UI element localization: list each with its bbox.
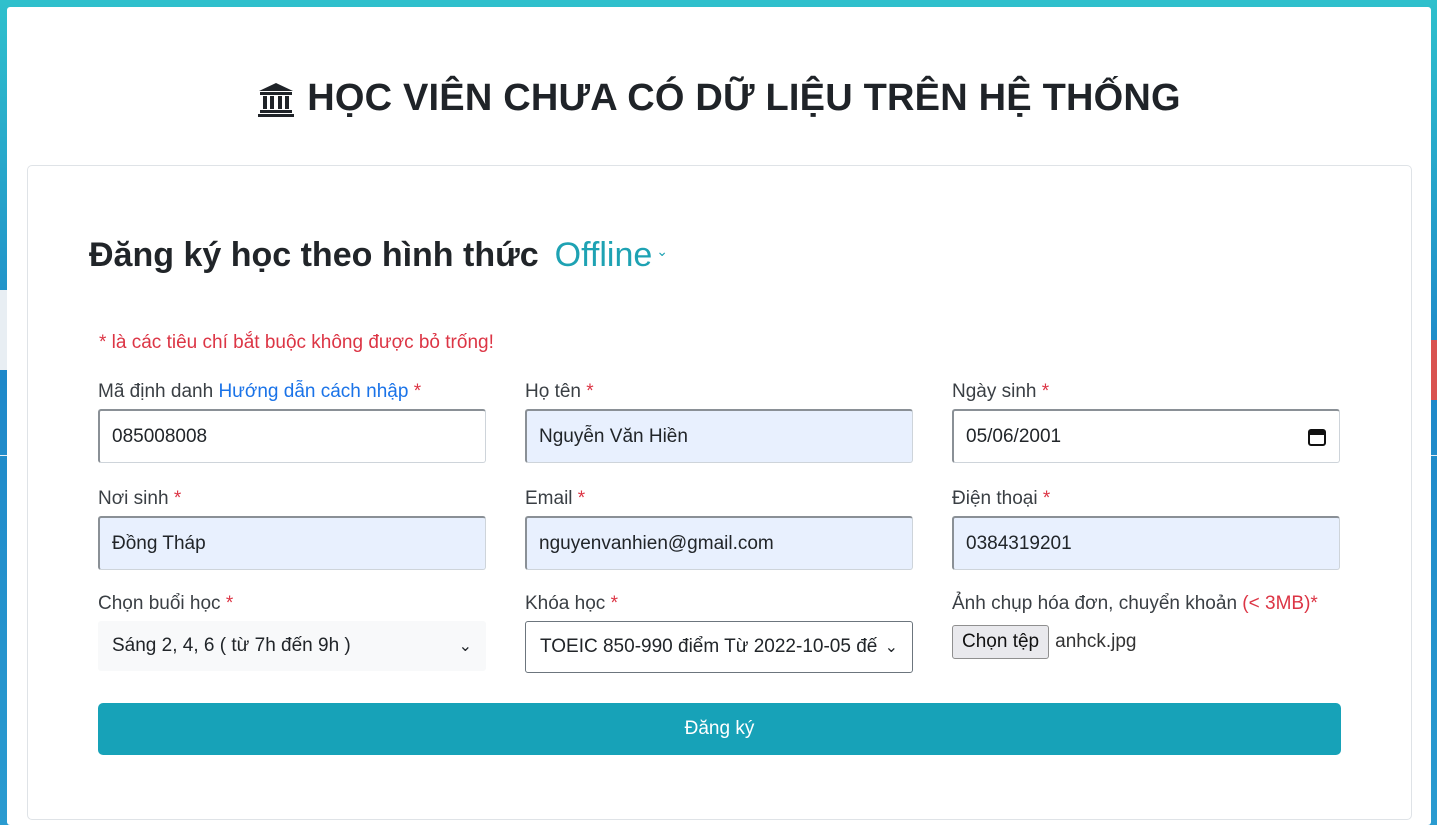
- required-marker: *: [413, 381, 422, 402]
- label-text: Mã định danh: [98, 381, 214, 402]
- field-receipt: Ảnh chụp hóa đơn, chuyển khoản (< 3MB)* …: [952, 593, 1372, 659]
- course-select-value: TOEIC 850-990 điểm Từ 2022-10-05 đến: [540, 636, 877, 657]
- chevron-down-icon: ⌄: [458, 638, 472, 655]
- required-marker: *: [577, 488, 586, 509]
- label-text: Ảnh chụp hóa đơn, chuyển khoản: [952, 593, 1238, 614]
- field-phone: Điện thoại * 0384319201: [952, 488, 1340, 570]
- name-input[interactable]: Nguyễn Văn Hiền: [525, 409, 913, 463]
- file-upload: Chọn tệp anhck.jpg: [952, 625, 1372, 659]
- course-select[interactable]: TOEIC 850-990 điểm Từ 2022-10-05 đến ⌄: [525, 621, 913, 673]
- field-name-label: Họ tên *: [525, 381, 913, 405]
- chevron-down-icon: ⌄: [884, 639, 898, 656]
- dob-input-value: 05/06/2001: [966, 425, 1062, 447]
- background-decoration-right: [1431, 340, 1437, 400]
- choose-file-button[interactable]: Chọn tệp: [952, 625, 1050, 659]
- page-title: HỌC VIÊN CHƯA CÓ DỮ LIỆU TRÊN HỆ THỐNG: [7, 77, 1431, 120]
- field-dob-label: Ngày sinh *: [952, 381, 1340, 405]
- bank-building-icon: [258, 82, 295, 117]
- chevron-down-icon: ⌄: [656, 243, 669, 259]
- required-marker: *: [586, 381, 594, 402]
- label-text: Chọn buổi học: [98, 593, 221, 614]
- dob-input[interactable]: 05/06/2001: [952, 409, 1340, 463]
- field-dob: Ngày sinh * 05/06/2001: [952, 381, 1340, 463]
- label-text: Email: [525, 488, 573, 509]
- id-input[interactable]: 085008008: [98, 409, 486, 463]
- phone-input[interactable]: 0384319201: [952, 516, 1340, 570]
- phone-input-value: 0384319201: [966, 532, 1072, 554]
- calendar-icon[interactable]: [1307, 427, 1327, 447]
- mode-value: Offline: [554, 236, 653, 274]
- field-email: Email * nguyenvanhien@gmail.com: [525, 488, 913, 570]
- label-text: Họ tên: [525, 381, 581, 402]
- page-container: HỌC VIÊN CHƯA CÓ DỮ LIỆU TRÊN HỆ THỐNG Đ…: [7, 7, 1431, 825]
- email-input-value: nguyenvanhien@gmail.com: [539, 532, 774, 554]
- required-marker: *: [1042, 488, 1051, 509]
- name-input-value: Nguyễn Văn Hiền: [539, 425, 688, 447]
- id-input-value: 085008008: [112, 425, 208, 447]
- page-title-text: HỌC VIÊN CHƯA CÓ DỮ LIỆU TRÊN HỆ THỐNG: [307, 77, 1181, 119]
- session-select[interactable]: Sáng 2, 4, 6 ( từ 7h đến 9h ) ⌄: [98, 621, 486, 671]
- label-text: Điện thoại: [952, 488, 1038, 509]
- session-select-value: Sáng 2, 4, 6 ( từ 7h đến 9h ): [112, 635, 351, 656]
- required-notice: * là các tiêu chí bắt buộc không được bỏ…: [99, 332, 494, 353]
- field-phone-label: Điện thoại *: [952, 488, 1340, 512]
- email-input[interactable]: nguyenvanhien@gmail.com: [525, 516, 913, 570]
- required-marker: *: [1041, 381, 1050, 402]
- field-birthplace: Nơi sinh * Đồng Tháp: [98, 488, 486, 570]
- mode-label: Đăng ký học theo hình thức: [89, 236, 539, 274]
- field-session-label: Chọn buổi học *: [98, 593, 486, 617]
- selected-file-name: anhck.jpg: [1055, 631, 1137, 652]
- field-birthplace-label: Nơi sinh *: [98, 488, 486, 512]
- birthplace-input[interactable]: Đồng Tháp: [98, 516, 486, 570]
- field-course: Khóa học * TOEIC 850-990 điểm Từ 2022-10…: [525, 593, 913, 673]
- required-marker: *: [610, 593, 618, 614]
- register-button-label: Đăng ký: [684, 718, 755, 739]
- field-course-label: Khóa học *: [525, 593, 913, 617]
- label-text: Khóa học: [525, 593, 606, 614]
- field-id: Mã định danh Hướng dẫn cách nhập * 08500…: [98, 381, 486, 463]
- field-id-label: Mã định danh Hướng dẫn cách nhập *: [98, 381, 486, 405]
- field-email-label: Email *: [525, 488, 913, 512]
- field-receipt-label: Ảnh chụp hóa đơn, chuyển khoản (< 3MB)*: [952, 593, 1372, 617]
- registration-card: Đăng ký học theo hình thức Offline ⌄ * l…: [27, 165, 1412, 820]
- label-text: Ngày sinh: [952, 381, 1037, 402]
- file-size-limit: (< 3MB)*: [1242, 593, 1318, 614]
- required-marker: *: [173, 488, 182, 509]
- mode-row: Đăng ký học theo hình thức Offline ⌄: [89, 236, 668, 275]
- input-guide-link[interactable]: Hướng dẫn cách nhập: [218, 381, 408, 402]
- field-session: Chọn buổi học * Sáng 2, 4, 6 ( từ 7h đến…: [98, 593, 486, 671]
- field-name: Họ tên * Nguyễn Văn Hiền: [525, 381, 913, 463]
- birthplace-input-value: Đồng Tháp: [112, 532, 206, 554]
- label-text: Nơi sinh: [98, 488, 169, 509]
- required-marker: *: [225, 593, 234, 614]
- mode-dropdown[interactable]: Offline ⌄: [555, 236, 668, 275]
- register-button[interactable]: Đăng ký: [98, 703, 1341, 755]
